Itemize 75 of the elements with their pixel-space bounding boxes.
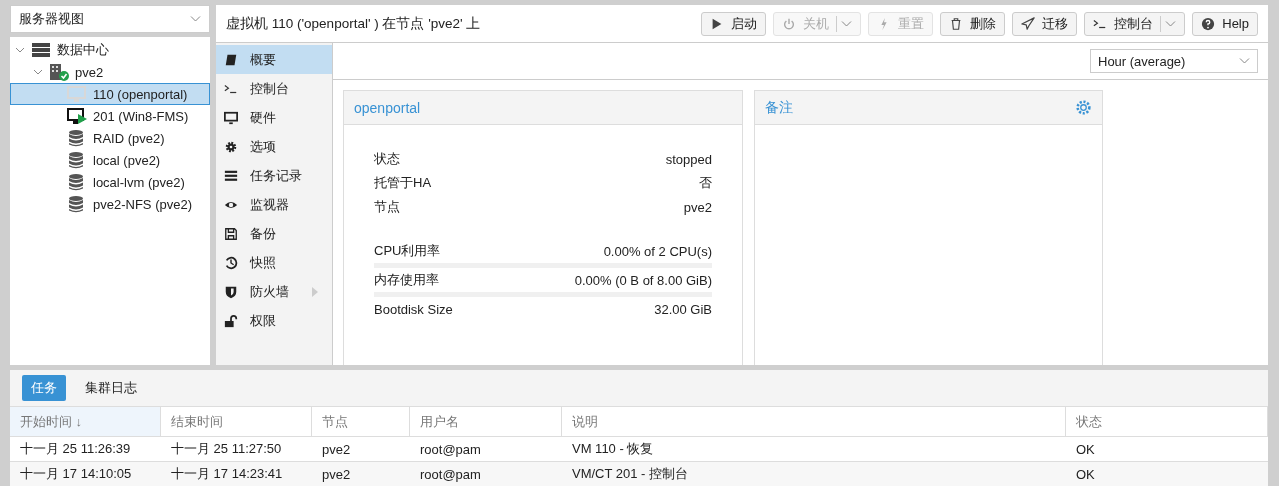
status-label: 内存使用率 bbox=[374, 271, 439, 289]
toolbar-button[interactable]: 控制台 bbox=[1084, 11, 1186, 36]
table-cell: 十一月 25 11:26:39 bbox=[10, 437, 161, 462]
status-value: 0.00% of 2 CPU(s) bbox=[603, 243, 712, 259]
status-value: 32.00 GiB bbox=[654, 301, 712, 317]
server-rack-icon bbox=[31, 41, 51, 59]
book-icon bbox=[224, 52, 238, 67]
table-cell: VM 110 - 恢复 bbox=[562, 437, 1066, 462]
power-icon bbox=[782, 16, 797, 31]
settings-icon[interactable] bbox=[1075, 99, 1092, 116]
column-header[interactable]: 用户名 bbox=[410, 406, 562, 437]
tree-item[interactable]: local-lvm (pve2) bbox=[10, 171, 210, 193]
nav-item[interactable]: 选项 bbox=[216, 132, 332, 161]
chevron-down-icon bbox=[841, 19, 853, 28]
status-label: 节点 bbox=[374, 198, 400, 216]
nav-item[interactable]: 监视器 bbox=[216, 190, 332, 219]
table-cell: root@pam bbox=[410, 437, 562, 462]
status-label: CPU利用率 bbox=[374, 242, 441, 260]
nav-item[interactable]: 防火墙 bbox=[216, 277, 332, 306]
monitor-icon bbox=[224, 110, 238, 125]
tree-item[interactable]: 数据中心 bbox=[10, 39, 210, 61]
nav-item[interactable]: 概要 bbox=[216, 45, 332, 74]
tree-item[interactable]: pve2-NFS (pve2) bbox=[10, 193, 210, 215]
status-value: pve2 bbox=[683, 199, 712, 215]
view-select[interactable]: 服务器视图 bbox=[10, 5, 210, 33]
timeframe-select[interactable]: Hour (average) bbox=[1090, 49, 1258, 73]
help-icon bbox=[1201, 16, 1216, 31]
table-cell: OK bbox=[1066, 437, 1268, 462]
status-value: 0.00% (0 B of 8.00 GiB) bbox=[574, 272, 712, 288]
toolbar-button[interactable]: 启动 bbox=[701, 11, 767, 36]
tree-item[interactable]: RAID (pve2) bbox=[10, 127, 210, 149]
tree-item[interactable]: local (pve2) bbox=[10, 149, 210, 171]
status-value: 否 bbox=[699, 174, 712, 192]
expanded-chevron-icon[interactable] bbox=[33, 67, 43, 77]
tab[interactable]: 集群日志 bbox=[76, 375, 146, 401]
toolbar-button[interactable]: Help bbox=[1192, 11, 1258, 36]
tree-item[interactable]: 201 (Win8-FMS) bbox=[10, 105, 210, 127]
gear-icon bbox=[224, 139, 238, 154]
expanded-chevron-icon[interactable] bbox=[15, 45, 25, 55]
table-cell: 十一月 25 11:27:50 bbox=[161, 437, 312, 462]
tree-item[interactable]: pve2 bbox=[10, 61, 210, 83]
column-header[interactable]: 开始时间 ↓ bbox=[10, 406, 161, 437]
nav-item[interactable]: 权限 bbox=[216, 306, 332, 335]
monitor-play-icon bbox=[67, 107, 87, 125]
panel-title: openportal bbox=[354, 99, 421, 116]
column-header[interactable]: 结束时间 bbox=[161, 406, 312, 437]
unlocked-padlock-icon bbox=[224, 313, 238, 328]
nav-item[interactable]: 控制台 bbox=[216, 74, 332, 103]
chevron-down-icon bbox=[190, 15, 201, 23]
history-icon bbox=[224, 255, 238, 270]
shield-icon bbox=[224, 284, 238, 299]
server-check-icon bbox=[49, 63, 69, 81]
status-label: Bootdisk Size bbox=[374, 301, 453, 317]
list-icon bbox=[224, 168, 238, 183]
table-cell: pve2 bbox=[312, 437, 410, 462]
chevron-down-icon bbox=[1165, 19, 1177, 28]
nav-item[interactable]: 快照 bbox=[216, 248, 332, 277]
panel-title: 备注 bbox=[765, 98, 793, 117]
nav-item[interactable]: 任务记录 bbox=[216, 161, 332, 190]
toolbar-button[interactable]: 删除 bbox=[940, 11, 1006, 36]
nav-item[interactable]: 备份 bbox=[216, 219, 332, 248]
chevron-down-icon bbox=[1239, 57, 1250, 65]
toolbar-button[interactable]: 迁移 bbox=[1012, 11, 1078, 36]
monitor-icon bbox=[67, 85, 87, 103]
column-header[interactable]: 状态 bbox=[1066, 406, 1268, 437]
status-value: stopped bbox=[665, 151, 712, 167]
status-label: 状态 bbox=[374, 150, 400, 168]
page-title: 虚拟机 110 ('openportal' ) 在节点 'pve2' 上 bbox=[226, 14, 481, 33]
submenu-arrow-icon bbox=[312, 286, 318, 297]
tree-item[interactable]: 110 (openportal) bbox=[10, 83, 210, 105]
paper-plane-icon bbox=[1021, 16, 1036, 31]
column-header[interactable]: 节点 bbox=[312, 406, 410, 437]
nav-item[interactable]: 硬件 bbox=[216, 103, 332, 132]
status-label: 托管于HA bbox=[374, 174, 432, 192]
column-header[interactable]: 说明 bbox=[562, 406, 1066, 437]
